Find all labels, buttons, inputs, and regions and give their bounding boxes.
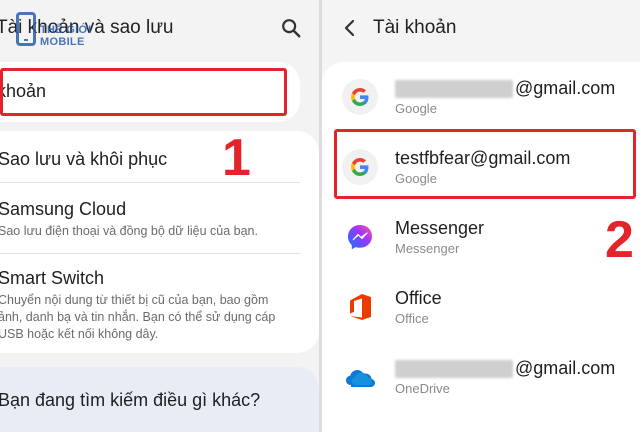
app-bar: Tài khoản và sao lưu THẾ GIỚI MOBILE (0, 0, 319, 56)
account-name: Messenger (395, 218, 485, 238)
account-row[interactable]: @gmail.com Google (322, 62, 640, 132)
office-icon (342, 289, 378, 325)
settings-pane-accounts-backup: Tài khoản và sao lưu THẾ GIỚI MOBILE kho… (0, 0, 319, 432)
account-name: @gmail.com (395, 358, 615, 379)
redacted-email (395, 80, 513, 99)
smart-switch-description: Chuyển nội dung từ thiết bị cũ của bạn, … (0, 293, 276, 341)
account-row[interactable]: @gmail.com OneDrive (322, 342, 640, 412)
account-name: Office (395, 288, 442, 308)
account-row[interactable]: Messenger Messenger (322, 202, 640, 272)
step-number-1: 1 (222, 129, 251, 187)
account-type: Google (395, 101, 437, 116)
highlight-box-step-2 (334, 129, 636, 199)
account-type: OneDrive (395, 381, 450, 396)
suggestion-card: Bạn đang tìm kiếm điều gì khác? (0, 367, 319, 432)
google-icon (342, 79, 378, 115)
search-icon[interactable] (280, 17, 302, 39)
back-arrow-icon[interactable] (342, 18, 358, 38)
account-type: Office (395, 311, 429, 326)
phone-logo-icon (16, 12, 36, 46)
backup-options-card: Sao lưu và khôi phục Samsung Cloud Sao l… (0, 131, 319, 353)
account-type: Messenger (395, 241, 460, 256)
redacted-email (395, 360, 513, 379)
step-number-2: 2 (605, 211, 634, 269)
highlight-box-step-1 (0, 68, 287, 116)
suggestion-question: Bạn đang tìm kiếm điều gì khác? (0, 390, 261, 410)
divider (0, 182, 300, 183)
account-name: @gmail.com (395, 78, 615, 99)
messenger-icon (342, 219, 378, 255)
samsung-cloud-description: Sao lưu điện thoại và đồng bộ dữ liệu củ… (0, 224, 258, 238)
account-row[interactable]: Office Office (322, 272, 640, 342)
app-bar: Tài khoản (322, 0, 640, 56)
watermark-text: THẾ GIỚI MOBILE (40, 24, 92, 48)
watermark-logo: THẾ GIỚI MOBILE (16, 12, 136, 48)
smart-switch-label: Smart Switch (0, 268, 105, 288)
onedrive-icon (342, 359, 378, 395)
page-title: Tài khoản (373, 17, 457, 38)
accounts-pane: Tài khoản @gmail.com Google testfbfear@g… (322, 0, 640, 432)
divider (0, 253, 300, 254)
backup-restore-label: Sao lưu và khôi phục (0, 149, 168, 169)
samsung-cloud-label: Samsung Cloud (0, 199, 127, 219)
accounts-list: @gmail.com Google testfbfear@gmail.com G… (322, 62, 640, 432)
